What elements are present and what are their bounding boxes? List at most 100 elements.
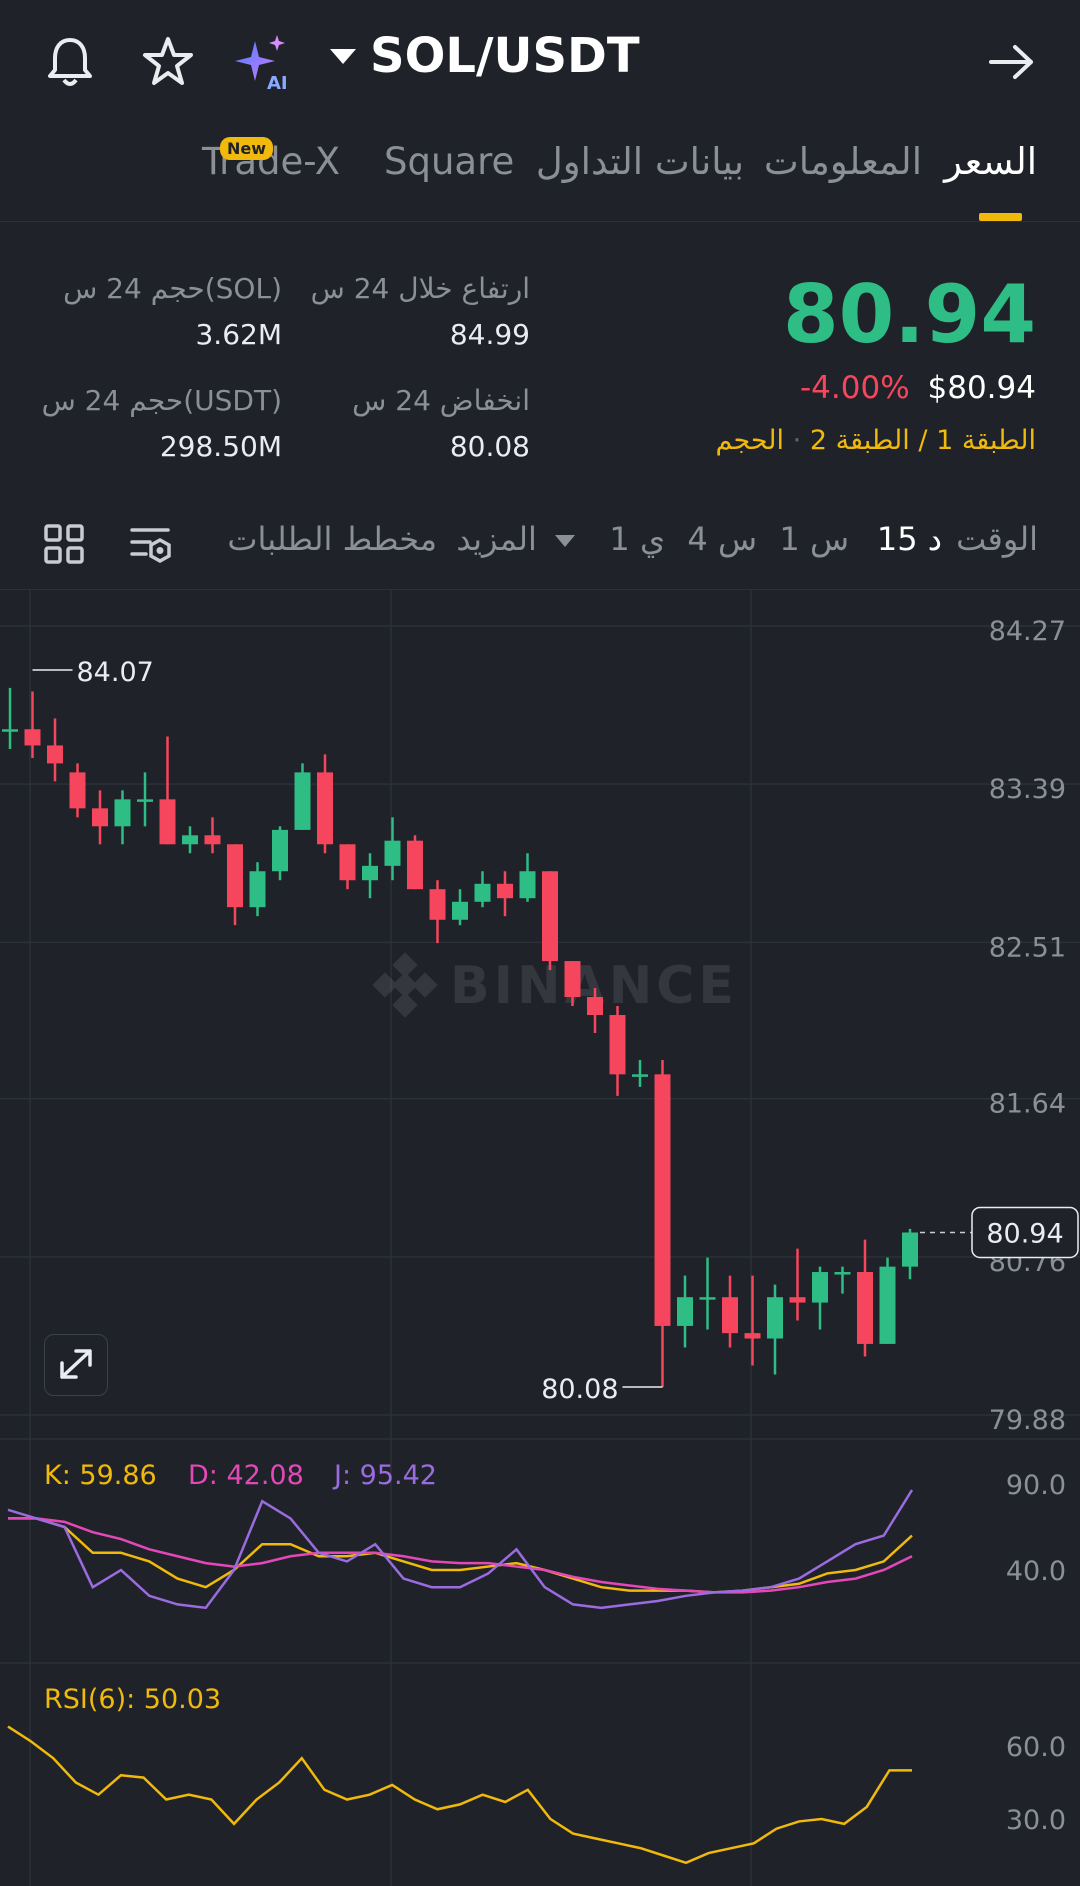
candle-body	[519, 871, 536, 899]
tab-info[interactable]: المعلومات	[764, 140, 922, 183]
star-icon[interactable]	[136, 30, 200, 94]
candle-body	[699, 1297, 716, 1300]
rsi-line	[7, 1725, 912, 1865]
y-axis-label: 81.64	[989, 1089, 1066, 1120]
bell-icon[interactable]	[38, 30, 102, 94]
kdj-line-d	[8, 1517, 913, 1594]
candle-body	[564, 961, 581, 998]
tab-bar: السعر المعلومات بيانات التداول Square Tr…	[0, 140, 1080, 220]
ai-sparkle-icon[interactable]: AI	[232, 30, 296, 94]
kdj-legend-d: D: 42.08	[188, 1460, 304, 1491]
candle-body	[587, 997, 603, 1016]
candle-body	[497, 883, 513, 899]
candle-body	[429, 889, 446, 920]
rsi-axis-label: 30.0	[1006, 1805, 1066, 1836]
candle-body	[452, 901, 468, 920]
interval-4h[interactable]: 4 س	[687, 520, 757, 558]
ai-label: AI	[267, 73, 288, 93]
kdj-axis-label: 40.0	[1006, 1556, 1066, 1587]
tag-layer2[interactable]: الطبقة 2	[810, 425, 910, 456]
usd-price: $80.94	[927, 370, 1036, 406]
candle-body	[47, 745, 63, 764]
tag-layer1[interactable]: الطبقة 1	[936, 425, 1036, 456]
chart-settings-icon[interactable]	[128, 524, 176, 572]
change-percent: -4.00%	[799, 370, 910, 406]
tag-volume[interactable]: الحجم	[715, 425, 784, 456]
candle-body	[474, 883, 491, 902]
high-24h-value: 84.99	[449, 318, 530, 351]
candle-body	[654, 1074, 671, 1326]
candle-body	[902, 1232, 918, 1267]
price-change-row: -4.00% $80.94	[800, 370, 1036, 406]
high-marker-label: 84.07	[77, 657, 154, 688]
category-tags[interactable]: الطبقة 1 / الطبقة 2 · الحجم	[715, 425, 1036, 456]
top-bar: AI SOL/USDT	[0, 0, 1080, 125]
low-marker-label: 80.08	[541, 1374, 618, 1405]
tab-price[interactable]: السعر	[944, 140, 1037, 183]
tag-dot: ·	[792, 425, 802, 456]
vol-usdt-label: حجم 24 س(USDT)	[41, 384, 282, 417]
dropdown-caret-icon	[330, 48, 356, 64]
vol-sol-label: حجم 24 س(SOL)	[63, 272, 282, 305]
rsi-axis-label: 60.0	[1006, 1732, 1066, 1763]
time-label[interactable]: الوقت	[956, 520, 1038, 558]
rsi-legend: RSI(6): 50.03	[44, 1684, 221, 1715]
vol-usdt-value: 298.50M	[159, 430, 282, 463]
y-axis-label: 83.39	[989, 774, 1066, 805]
interval-15m[interactable]: 15 د	[877, 520, 942, 558]
candle-body	[744, 1333, 761, 1339]
more-button[interactable]: المزيد	[456, 520, 575, 558]
kdj-line-k	[8, 1517, 913, 1594]
tag-separator: /	[918, 425, 928, 456]
candle-body	[249, 871, 266, 908]
y-axis-label: 82.51	[989, 932, 1066, 963]
y-axis-label: 79.88	[989, 1405, 1066, 1436]
arrow-right-icon[interactable]	[980, 30, 1044, 94]
chart-area[interactable]: 84.2783.3982.5181.6480.7679.88BINANCE84.…	[0, 590, 1080, 1886]
pair-name: SOL/USDT	[370, 28, 640, 84]
candle-body	[879, 1266, 896, 1344]
tab-trading-data[interactable]: بيانات التداول	[536, 140, 744, 183]
binance-watermark-logo	[372, 952, 438, 1018]
y-axis-label: 84.27	[989, 616, 1066, 647]
low-24h-value: 80.08	[449, 430, 530, 463]
candle-body	[137, 799, 153, 802]
candle-body	[317, 772, 333, 845]
candle-body	[114, 799, 131, 827]
orderbook-chart-tab[interactable]: مخطط الطلبات	[227, 520, 437, 558]
candle-body	[272, 829, 288, 872]
new-badge: New	[220, 137, 274, 160]
candle-body	[384, 840, 401, 866]
candle-body	[542, 871, 558, 962]
candle-body	[204, 835, 221, 845]
more-label: المزيد	[456, 520, 537, 558]
candle-body	[182, 835, 198, 845]
candle-body	[609, 1015, 626, 1075]
kdj-legend-k: K: 59.86	[44, 1460, 157, 1491]
active-tab-indicator	[979, 213, 1022, 221]
high-24h-label: ارتفاع خلال 24 س	[310, 272, 530, 305]
current-price-value: 80.94	[986, 1218, 1063, 1249]
kdj-legend-j: J: 95.42	[332, 1460, 437, 1491]
candle-body	[789, 1297, 806, 1303]
candle-body	[834, 1272, 851, 1275]
candle-body	[2, 729, 18, 732]
divider	[0, 221, 1080, 222]
interval-1h[interactable]: 1 س	[779, 520, 849, 558]
more-caret-icon	[555, 535, 575, 547]
candle-body	[857, 1272, 873, 1344]
low-24h-label: انخفاض 24 س	[352, 384, 530, 417]
candle-body	[159, 799, 176, 845]
vol-sol-value: 3.62M	[195, 318, 282, 351]
chart-toolbar: الوقت 15 د 1 س 4 س 1 ي المزيد مخطط الطلب…	[0, 520, 1080, 580]
tab-square[interactable]: Square	[384, 140, 514, 183]
candle-body	[677, 1297, 693, 1326]
candle-body	[227, 844, 243, 908]
candle-body	[407, 840, 423, 890]
grid-layout-icon[interactable]	[44, 524, 84, 568]
expand-chart-button[interactable]	[44, 1334, 108, 1396]
interval-1d[interactable]: 1 ي	[609, 520, 665, 558]
candle-body	[294, 772, 311, 830]
pair-selector[interactable]: SOL/USDT	[330, 28, 640, 84]
kdj-axis-label: 90.0	[1006, 1470, 1066, 1501]
